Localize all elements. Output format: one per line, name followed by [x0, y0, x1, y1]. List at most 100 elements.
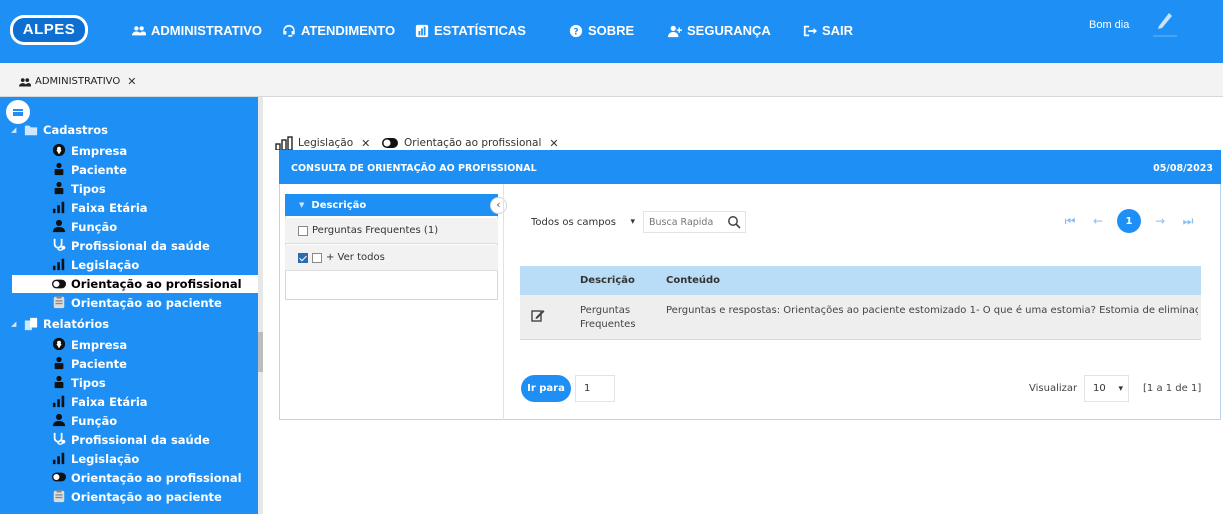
user-icon — [52, 219, 66, 232]
nav-label: ATENDIMENTO — [301, 23, 396, 38]
nav-atendimento[interactable]: ATENDIMENTO — [282, 23, 395, 38]
sidebar-group-label: Relatórios — [43, 317, 110, 331]
search-field-select[interactable]: Todos os campos ▾ — [531, 211, 639, 233]
filter-option-ver-todos[interactable]: + Ver todos — [285, 245, 498, 271]
sidebar-item-label: Orientação ao profissional — [71, 277, 242, 291]
sidebar-item-cadastros-tipos[interactable]: Tipos — [52, 180, 106, 198]
pager-first-icon[interactable]: ⏮ — [1062, 209, 1078, 233]
tab-label: Legislação — [298, 137, 354, 149]
bar-chart-icon — [52, 201, 65, 213]
sign-out-icon — [803, 25, 817, 36]
filter-header[interactable]: ▼ Descrição — [285, 194, 498, 216]
sidebar-item-cadastros-legislacao[interactable]: Legislação — [52, 256, 139, 274]
tab-orientacao-ao-profissional[interactable]: Orientação ao profissional ✕ — [381, 136, 559, 150]
sidebar-group-label: Cadastros — [43, 123, 108, 137]
nav-estatisticas[interactable]: ESTATÍSTICAS — [415, 23, 526, 38]
sidebar-item-label: Paciente — [71, 357, 127, 371]
close-icon[interactable]: ✕ — [127, 75, 136, 88]
column-header-conteudo[interactable]: Conteúdo — [666, 275, 720, 286]
cell-descricao-line2: Frequentes — [580, 319, 636, 330]
panel-date: 05/08/2023 — [1153, 163, 1213, 174]
close-icon[interactable]: ✕ — [361, 137, 370, 150]
tab-legislacao[interactable]: Legislação ✕ — [275, 136, 370, 150]
caret-down-icon: ▼ — [299, 201, 305, 209]
chart-icon — [415, 24, 429, 37]
nav-label: ESTATÍSTICAS — [434, 23, 526, 38]
reports-icon — [24, 317, 38, 331]
nav-seguranca[interactable]: SEGURANÇA — [668, 23, 771, 38]
tree-toggle-icon[interactable]: ◢ — [11, 126, 19, 134]
nav-label: SOBRE — [588, 23, 635, 38]
alpes-logo[interactable]: ALPES — [10, 15, 88, 45]
sidebar-item-relatorios-legislacao[interactable]: Legislação — [52, 450, 139, 468]
close-icon[interactable]: ✕ — [549, 137, 558, 150]
collapse-filter-chevron-icon[interactable]: ‹ — [490, 197, 507, 214]
sidebar-item-relatorios-empresa[interactable]: Empresa — [52, 336, 127, 354]
nav-administrativo[interactable]: ADMINISTRATIVO — [132, 23, 262, 38]
user-icon — [52, 413, 66, 426]
stethoscope-icon — [53, 238, 66, 251]
nav-label: SAIR — [822, 23, 854, 38]
sidebar-item-relatorios-paciente[interactable]: Paciente — [52, 355, 127, 373]
sidebar-item-cadastros-profissional-da-saude[interactable]: Profissional da saúde — [52, 237, 210, 255]
panel-header: CONSULTA DE ORIENTAÇÃO AO PROFISSIONAL 0… — [279, 150, 1221, 184]
map-marker-icon — [52, 337, 66, 350]
sidebar-item-relatorios-tipos[interactable]: Tipos — [52, 374, 106, 392]
pager-current-page[interactable]: 1 — [1117, 209, 1141, 233]
sidebar-item-cadastros-orientacao-ao-profissional[interactable]: Orientação ao profissional — [12, 275, 258, 293]
sidebar-item-label: Empresa — [71, 144, 128, 158]
person-icon — [54, 356, 64, 369]
pager-last-icon[interactable]: ⏭ — [1180, 209, 1196, 233]
sidebar-item-relatorios-funcao[interactable]: Função — [52, 412, 117, 430]
pager-next-icon[interactable]: → — [1152, 209, 1168, 233]
tree-toggle-icon[interactable]: ◢ — [11, 320, 19, 328]
panel-title: CONSULTA DE ORIENTAÇÃO AO PROFISSIONAL — [291, 163, 537, 174]
checkbox[interactable] — [298, 225, 308, 236]
sidebar-item-relatorios-profissional-da-saude[interactable]: Profissional da saúde — [52, 431, 210, 449]
column-header-descricao[interactable]: Descrição — [580, 275, 635, 286]
edit-icon[interactable] — [531, 308, 545, 322]
checkbox[interactable] — [312, 252, 322, 263]
sidebar-item-cadastros-faixa-etaria[interactable]: Faixa Etária — [52, 199, 148, 217]
sidebar-group-cadastros[interactable]: ◢ Cadastros — [11, 121, 108, 139]
module-tab-administrativo[interactable]: ADMINISTRATIVO ✕ — [19, 75, 136, 88]
stethoscope-icon — [53, 432, 66, 445]
pager-prev-icon[interactable]: ← — [1090, 209, 1106, 233]
sidebar-item-label: Legislação — [71, 452, 140, 466]
column-divider — [503, 184, 504, 420]
filter-option-perguntas-frequentes[interactable]: Perguntas Frequentes (1) — [285, 218, 498, 244]
user-avatar[interactable] — [1150, 6, 1180, 38]
sidebar-item-relatorios-orientacao-ao-paciente[interactable]: Orientação ao paciente — [52, 488, 222, 506]
sidebar-item-relatorios-orientacao-ao-profissional[interactable]: Orientação ao profissional — [52, 469, 242, 487]
table-header: Descrição Conteúdo — [520, 266, 1201, 295]
top-navbar: ALPES ADMINISTRATIVO ATENDIMENTO ESTATÍS… — [0, 0, 1223, 63]
sidebar-item-label: Orientação ao profissional — [71, 471, 242, 485]
page-size-select[interactable]: 10 ▾ — [1084, 375, 1129, 402]
person-icon — [54, 181, 64, 194]
search-icon[interactable] — [727, 215, 741, 229]
checkbox-checked[interactable] — [298, 252, 308, 263]
users-icon — [132, 25, 146, 35]
nav-sobre[interactable]: ? SOBRE — [569, 23, 634, 38]
sidebar-item-label: Tipos — [71, 182, 106, 196]
table-row[interactable]: Perguntas Frequentes Perguntas e respost… — [520, 295, 1201, 340]
toggle-icon — [382, 138, 398, 148]
sidebar-scrollbar[interactable] — [258, 97, 263, 514]
sidebar-item-cadastros-orientacao-ao-paciente[interactable]: Orientação ao paciente — [52, 294, 222, 312]
goto-page-input[interactable] — [575, 375, 615, 402]
logo-text: ALPES — [13, 18, 85, 42]
sidebar-scrollbar-thumb[interactable] — [258, 332, 263, 372]
user-plus-icon — [668, 25, 682, 37]
sidebar-item-cadastros-empresa[interactable]: Empresa — [52, 142, 127, 160]
field-select-value: Todos os campos — [531, 216, 616, 228]
sidebar-item-label: Faixa Etária — [71, 395, 148, 409]
nav-sair[interactable]: SAIR — [803, 23, 853, 38]
sidebar-item-cadastros-funcao[interactable]: Função — [52, 218, 117, 236]
sidebar-item-relatorios-faixa-etaria[interactable]: Faixa Etária — [52, 393, 148, 411]
chevron-down-icon: ▾ — [630, 217, 635, 227]
sidebar-item-cadastros-paciente[interactable]: Paciente — [52, 161, 127, 179]
goto-page-button[interactable]: Ir para — [521, 375, 571, 402]
sidebar-item-label: Orientação ao paciente — [71, 296, 222, 310]
sidebar-item-label: Função — [71, 220, 118, 234]
sidebar-group-relatorios[interactable]: ◢ Relatórios — [11, 315, 109, 333]
